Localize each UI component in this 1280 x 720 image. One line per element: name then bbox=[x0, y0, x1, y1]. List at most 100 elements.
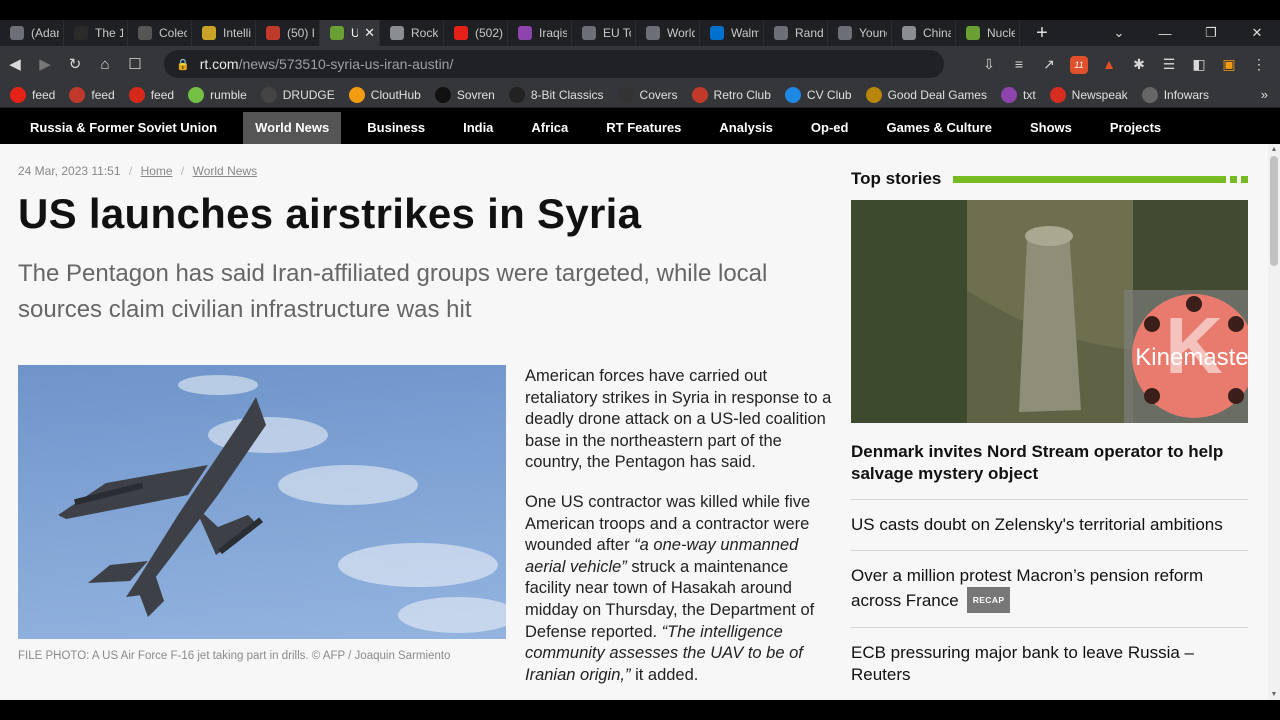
browser-tab[interactable]: Nucle bbox=[956, 20, 1020, 46]
bookmark-label: Newspeak bbox=[1071, 87, 1128, 102]
top-story-item[interactable]: Over a million protest Macron’s pension … bbox=[851, 551, 1248, 628]
bookmarks-overflow-icon[interactable]: » bbox=[1261, 87, 1268, 102]
bookmark-item[interactable]: CV Club bbox=[784, 86, 852, 103]
browser-tab[interactable]: US ✕ bbox=[320, 20, 380, 46]
nav-item[interactable]: RT Features bbox=[594, 112, 693, 144]
tab-title: US bbox=[351, 26, 358, 40]
nav-item[interactable]: World News bbox=[243, 112, 342, 144]
bookmark-page-icon[interactable]: ☐ bbox=[120, 55, 150, 73]
globe-icon bbox=[582, 26, 596, 40]
home-icon[interactable]: ⌂ bbox=[90, 56, 120, 73]
browser-tab[interactable]: World bbox=[636, 20, 700, 46]
back-icon[interactable]: ◀ bbox=[0, 55, 30, 73]
browser-tab[interactable]: EU To bbox=[572, 20, 636, 46]
top-story-headline[interactable]: Denmark invites Nord Stream operator to … bbox=[851, 441, 1248, 500]
nav-item[interactable]: India bbox=[451, 112, 505, 144]
top-story-image[interactable]: K Kinemaster bbox=[851, 200, 1248, 423]
browser-toolbar: ◀ ▶ ↻ ⌂ ☐ 🔒 rt.com /news/573510-syria-us… bbox=[0, 46, 1280, 82]
bookmark-item[interactable]: Sovren bbox=[434, 86, 495, 103]
scrollbar-thumb[interactable] bbox=[1270, 156, 1278, 266]
bookmark-item[interactable]: Covers bbox=[617, 86, 678, 103]
article-photo[interactable] bbox=[18, 365, 506, 639]
menu-icon[interactable]: ⋮ bbox=[1244, 56, 1274, 73]
browser-tab[interactable]: Walm bbox=[700, 20, 764, 46]
rt-icon bbox=[966, 26, 980, 40]
address-bar[interactable]: 🔒 rt.com /news/573510-syria-us-iran-aust… bbox=[164, 50, 944, 78]
tab-strip: (Adan The 1 Colec Intelli (50) Is US ✕ Rocke (50… bbox=[0, 20, 1280, 46]
bookmark-label: CloutHub bbox=[370, 87, 421, 102]
browser-tab[interactable]: Colec bbox=[128, 20, 192, 46]
forward-icon[interactable]: ▶ bbox=[30, 55, 60, 73]
nav-item[interactable]: Games & Culture bbox=[874, 112, 1003, 144]
install-icon[interactable]: ⇩ bbox=[974, 56, 1004, 73]
play-icon bbox=[518, 26, 532, 40]
close-tab-icon[interactable]: ✕ bbox=[364, 25, 375, 41]
browser-tab[interactable]: Rocke bbox=[380, 20, 444, 46]
rt-icon bbox=[330, 26, 344, 40]
browser-tab[interactable]: (Adan bbox=[0, 20, 64, 46]
bookmark-item[interactable]: txt bbox=[1000, 86, 1036, 103]
playlist-icon[interactable]: ☰ bbox=[1154, 56, 1184, 73]
bookmark-item[interactable]: rumble bbox=[188, 86, 247, 103]
txt-icon bbox=[1000, 86, 1017, 103]
bookmark-item[interactable]: Infowars bbox=[1141, 86, 1210, 103]
top-story-item[interactable]: US casts doubt on Zelensky's territorial… bbox=[851, 500, 1248, 551]
nav-item[interactable]: Projects bbox=[1098, 112, 1173, 144]
nav-item[interactable]: Africa bbox=[519, 112, 580, 144]
bookmark-label: Sovren bbox=[456, 87, 495, 102]
close-window-button[interactable]: ✕ bbox=[1234, 25, 1280, 41]
minimize-button[interactable]: — bbox=[1142, 26, 1188, 41]
brave-shield-icon[interactable]: 11 bbox=[1064, 55, 1094, 74]
breadcrumb-home[interactable]: Home bbox=[141, 164, 173, 178]
sidebar-toggle-icon[interactable]: ◧ bbox=[1184, 56, 1214, 73]
bookmark-item[interactable]: feed bbox=[10, 86, 56, 103]
restore-button[interactable]: ❐ bbox=[1188, 25, 1234, 41]
extensions-icon[interactable]: ✱ bbox=[1124, 56, 1154, 73]
browser-tab[interactable]: Iraqis bbox=[508, 20, 572, 46]
reader-icon[interactable]: ≡ bbox=[1004, 56, 1034, 72]
nav-item[interactable]: Russia & Former Soviet Union bbox=[18, 112, 229, 144]
article-meta: 24 Mar, 2023 11:51 / Home / World News bbox=[18, 164, 258, 178]
new-tab-button[interactable]: + bbox=[1026, 22, 1058, 45]
top-story-item[interactable]: ECB pressuring major bank to leave Russi… bbox=[851, 628, 1248, 700]
browser-tab[interactable]: China bbox=[892, 20, 956, 46]
tab-title: Intelli bbox=[223, 26, 251, 40]
photo-caption: FILE PHOTO: A US Air Force F-16 jet taki… bbox=[18, 650, 451, 662]
browser-tab[interactable]: Rand bbox=[764, 20, 828, 46]
breadcrumb-world-news[interactable]: World News bbox=[193, 164, 257, 178]
bookmark-item[interactable]: DRUDGE bbox=[260, 86, 335, 103]
nav-item[interactable]: Op-ed bbox=[799, 112, 861, 144]
8bit-icon bbox=[508, 86, 525, 103]
browser-tab[interactable]: Intelli bbox=[192, 20, 256, 46]
nav-item[interactable]: Shows bbox=[1018, 112, 1084, 144]
bookmark-item[interactable]: Newspeak bbox=[1049, 86, 1128, 103]
drudge-icon bbox=[260, 86, 277, 103]
rumble-play-icon bbox=[188, 86, 205, 103]
reload-icon[interactable]: ↻ bbox=[60, 55, 90, 73]
bookmark-label: feed bbox=[32, 87, 56, 102]
bookmark-item[interactable]: Retro Club bbox=[691, 86, 771, 103]
browser-tab[interactable]: Young bbox=[828, 20, 892, 46]
c-icon bbox=[128, 86, 145, 103]
bookmark-item[interactable]: Good Deal Games bbox=[865, 86, 987, 103]
browser-tab[interactable]: The 1 bbox=[64, 20, 128, 46]
browser-tab[interactable]: (50) Is bbox=[256, 20, 320, 46]
globe-icon bbox=[774, 26, 788, 40]
share-icon[interactable]: ↗ bbox=[1034, 56, 1064, 73]
bookmark-label: Infowars bbox=[1163, 87, 1210, 102]
tab-search-icon[interactable]: ⌄ bbox=[1096, 25, 1142, 41]
bookmark-item[interactable]: feed bbox=[69, 86, 115, 103]
bookmark-item[interactable]: 8-Bit Classics bbox=[508, 86, 604, 103]
page-scrollbar[interactable]: ▲ ▼ bbox=[1268, 144, 1280, 700]
nav-item[interactable]: Business bbox=[355, 112, 437, 144]
nav-item[interactable]: Analysis bbox=[707, 112, 784, 144]
kinemaster-watermark: K Kinemaster bbox=[1124, 290, 1248, 423]
article-date: 24 Mar, 2023 11:51 bbox=[18, 164, 121, 178]
wallet-icon[interactable]: ▣ bbox=[1214, 56, 1244, 73]
bookmark-item[interactable]: feed bbox=[128, 86, 174, 103]
brave-rewards-icon[interactable]: ▲ bbox=[1094, 56, 1124, 72]
browser-tab[interactable]: (502) bbox=[444, 20, 508, 46]
bookmark-label: txt bbox=[1022, 87, 1036, 102]
article-title: US launches airstrikes in Syria bbox=[18, 190, 642, 237]
bookmark-item[interactable]: CloutHub bbox=[348, 86, 421, 103]
